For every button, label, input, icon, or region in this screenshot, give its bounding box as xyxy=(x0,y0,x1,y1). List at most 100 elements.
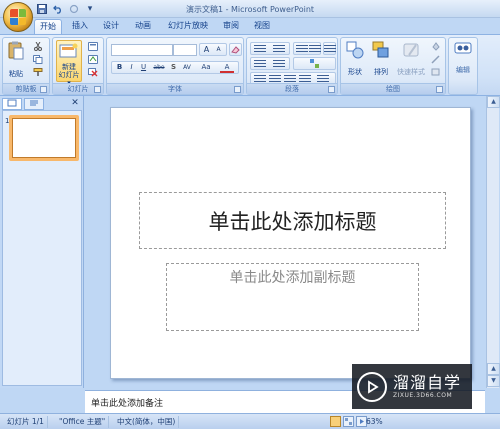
zoom-level[interactable]: 63% xyxy=(366,416,383,428)
prev-slide-button[interactable]: ▲ xyxy=(487,363,500,375)
format-painter-icon[interactable] xyxy=(33,68,43,77)
new-slide-icon xyxy=(59,43,78,58)
bullets-icon[interactable] xyxy=(254,45,266,54)
group-paragraph: 段落 xyxy=(246,37,338,95)
office-logo-icon xyxy=(10,9,26,25)
underline-button[interactable]: U xyxy=(138,62,149,73)
group-font: A A B I U abe S AV Aa A 字体 xyxy=(106,37,244,95)
tab-home[interactable]: 开始 xyxy=(34,19,62,34)
group-editing: 编辑 xyxy=(448,37,478,95)
font-launcher-button[interactable] xyxy=(234,86,241,93)
group-clipboard: 粘贴 剪贴板 xyxy=(2,37,50,95)
tab-animation[interactable]: 动画 xyxy=(131,19,155,34)
theme-name: "Office 主题" xyxy=(56,416,110,428)
reset-icon[interactable] xyxy=(88,55,98,64)
drawing-launcher-button[interactable] xyxy=(436,86,443,93)
group-label-drawing: 绘图 xyxy=(341,83,445,94)
slide-editor: 单击此处添加标题 单击此处添加副标题 xyxy=(85,96,485,388)
group-label-paragraph: 段落 xyxy=(247,83,337,94)
char-spacing-button[interactable]: AV xyxy=(180,62,194,73)
ribbon-tabs: 开始 插入 设计 动画 幻灯片放映 审阅 视图 xyxy=(0,18,500,34)
smartart-icon[interactable] xyxy=(309,58,320,69)
normal-view-icon[interactable] xyxy=(330,416,341,427)
increase-indent-icon[interactable] xyxy=(309,45,321,54)
slide-counter: 幻灯片 1/1 xyxy=(4,416,48,428)
shape-fill-icon[interactable] xyxy=(431,42,441,51)
shrink-font-button[interactable]: A xyxy=(213,44,224,55)
subtitle-placeholder[interactable]: 单击此处添加副标题 xyxy=(166,263,419,331)
tab-slides-thumbnail[interactable] xyxy=(2,98,22,110)
shape-effects-icon[interactable] xyxy=(431,68,441,77)
slides-list: 1 xyxy=(2,110,82,386)
slide-canvas[interactable]: 单击此处添加标题 单击此处添加副标题 xyxy=(110,107,471,379)
shadow-button[interactable]: S xyxy=(168,62,179,73)
paste-icon xyxy=(8,41,24,60)
font-family-dropdown[interactable] xyxy=(111,44,173,56)
align-text-icon[interactable] xyxy=(273,60,285,69)
scroll-up-button[interactable]: ▲ xyxy=(487,96,500,108)
tab-outline[interactable] xyxy=(24,98,44,110)
grow-font-button[interactable]: A xyxy=(201,44,212,55)
arrange-icon xyxy=(372,41,389,58)
slide-thumbnail[interactable] xyxy=(9,115,79,161)
spacing-group xyxy=(323,42,336,55)
status-bar: 幻灯片 1/1 "Office 主题" 中文(简体，中国) 63% xyxy=(0,413,500,429)
shapes-button[interactable]: 形状 xyxy=(343,40,367,76)
tab-view[interactable]: 视图 xyxy=(250,19,274,34)
tab-insert[interactable]: 插入 xyxy=(68,19,92,34)
editing-button[interactable] xyxy=(451,40,475,64)
group-slides: 新建 幻灯片 ▾ 幻灯片 xyxy=(52,37,104,95)
office-button[interactable] xyxy=(3,2,33,32)
vertical-scrollbar[interactable]: ▲ ▲ ▼ xyxy=(486,96,500,388)
clear-formatting-icon[interactable] xyxy=(230,44,241,55)
group-label-editing: 编辑 xyxy=(456,66,470,74)
smartart-group xyxy=(293,57,336,70)
next-slide-button[interactable]: ▼ xyxy=(487,375,500,387)
slides-launcher-button[interactable] xyxy=(94,86,101,93)
new-slide-button[interactable]: 新建 幻灯片 ▾ xyxy=(56,40,82,87)
decrease-indent-icon[interactable] xyxy=(296,45,308,54)
arrange-button[interactable]: 排列 xyxy=(369,40,393,76)
title-placeholder[interactable]: 单击此处添加标题 xyxy=(139,192,446,249)
slide-sorter-icon[interactable] xyxy=(343,416,354,427)
delete-slide-icon[interactable] xyxy=(88,68,98,77)
close-panel-button[interactable]: ✕ xyxy=(70,98,80,108)
cut-icon[interactable] xyxy=(33,42,43,51)
watermark: 溜溜自学 ZIXUE.3D66.COM xyxy=(352,364,472,409)
direction-group xyxy=(250,57,290,70)
tab-design[interactable]: 设计 xyxy=(99,19,123,34)
font-color-button[interactable]: A xyxy=(220,62,234,73)
paste-button[interactable]: 粘贴 xyxy=(5,40,27,78)
window-title: 演示文稿1 - Microsoft PowerPoint xyxy=(185,5,315,14)
change-case-button[interactable]: Aa xyxy=(198,62,214,73)
strikethrough-button[interactable]: abe xyxy=(152,62,166,73)
slides-tab-icon xyxy=(7,99,17,107)
line-spacing-icon[interactable] xyxy=(324,45,336,54)
ribbon: 粘贴 剪贴板 新建 幻灯片 ▾ 幻灯片 A A B I xyxy=(0,34,500,96)
numbering-icon[interactable] xyxy=(273,45,285,54)
watermark-name: 溜溜自学 xyxy=(393,373,462,392)
tab-review[interactable]: 审阅 xyxy=(219,19,243,34)
binoculars-icon xyxy=(454,42,472,54)
shape-outline-icon[interactable] xyxy=(431,55,441,64)
italic-button[interactable]: I xyxy=(126,62,137,73)
shapes-icon xyxy=(346,41,364,59)
tab-slideshow[interactable]: 幻灯片放映 xyxy=(164,19,212,34)
text-direction-icon[interactable] xyxy=(254,60,266,69)
font-size-adjust-group: A A xyxy=(199,43,227,56)
quick-styles-button[interactable]: 快速样式 xyxy=(395,40,427,76)
outline-tab-icon xyxy=(30,100,38,106)
paragraph-launcher-button[interactable] xyxy=(328,86,335,93)
watermark-url: ZIXUE.3D66.COM xyxy=(393,392,453,399)
clipboard-launcher-button[interactable] xyxy=(40,86,47,93)
font-size-dropdown[interactable] xyxy=(173,44,197,56)
indent-group xyxy=(293,42,321,55)
layout-icon[interactable] xyxy=(88,42,98,51)
bold-button[interactable]: B xyxy=(114,62,125,73)
copy-icon[interactable] xyxy=(33,55,43,64)
group-drawing: 形状 排列 快速样式 绘图 xyxy=(340,37,446,95)
panel-tabs: ✕ xyxy=(2,98,82,110)
clear-format-group xyxy=(229,43,242,56)
font-style-group: B I U abe S AV Aa A xyxy=(111,61,239,74)
play-logo-icon xyxy=(357,371,387,402)
